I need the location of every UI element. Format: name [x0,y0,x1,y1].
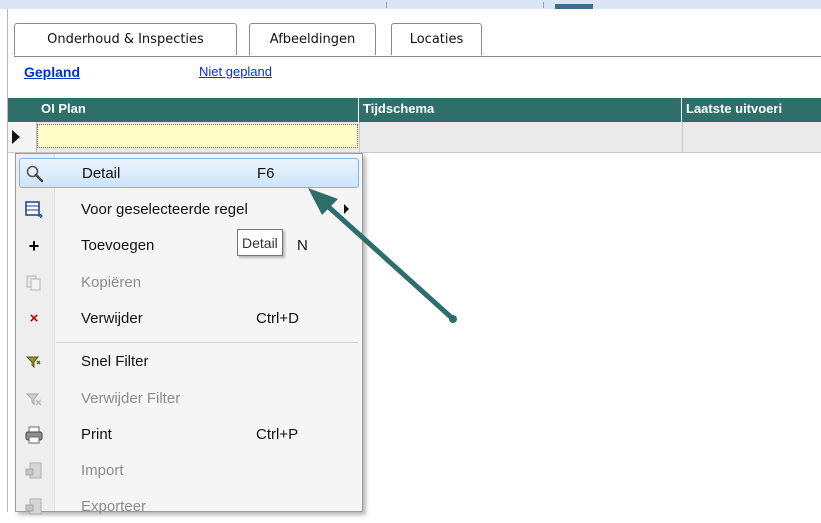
arrow-shaft [319,198,456,322]
arrow-tail-dot [449,315,457,323]
annotation-arrow [308,188,457,323]
